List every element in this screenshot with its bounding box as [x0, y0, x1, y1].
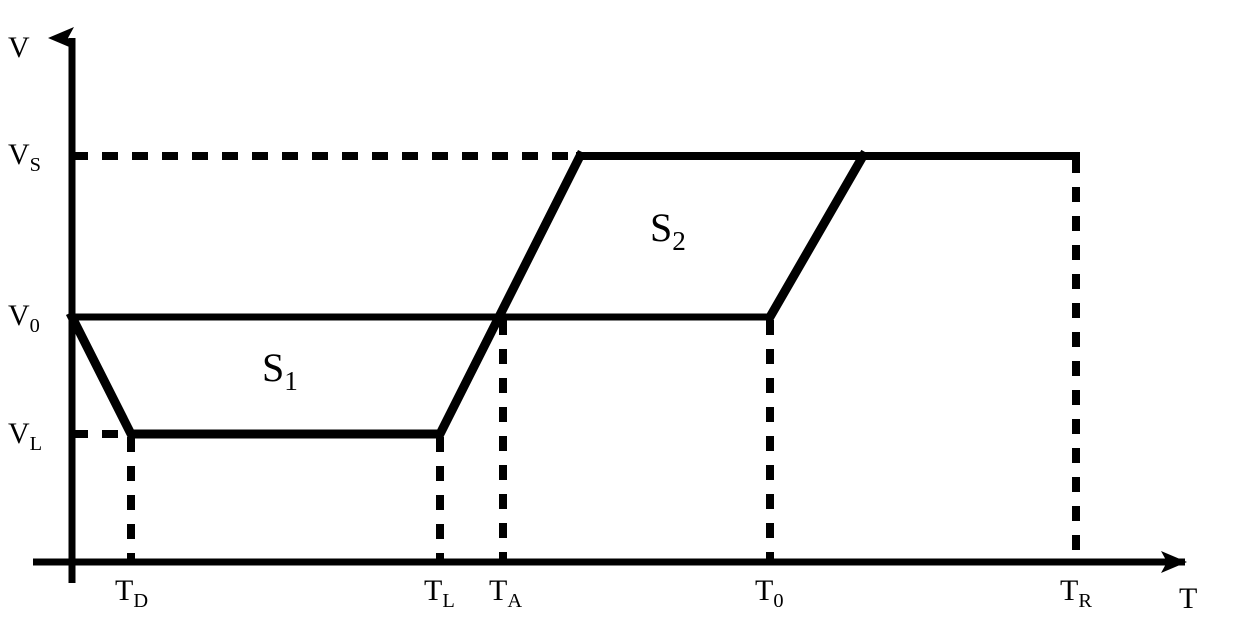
diagram-canvas	[33, 27, 1187, 583]
tick-label-ta: TA	[489, 574, 523, 612]
region-label-s1: S1	[262, 345, 298, 396]
region-label-s1-subscript: 1	[284, 366, 298, 396]
tick-label-v0-subscript: 0	[29, 315, 40, 337]
tick-label-td: TD	[115, 574, 149, 612]
tick-label-tr: TR	[1060, 574, 1092, 612]
tick-label-t0-subscript: 0	[773, 590, 784, 612]
tick-label-ta-subscript: A	[507, 590, 523, 612]
s2-rising-edge-line	[763, 149, 870, 324]
tick-label-t0: T0	[755, 574, 784, 612]
tick-label-vs-subscript: S	[29, 154, 42, 176]
tick-label-tl-subscript: L	[442, 590, 455, 612]
tick-label-td-subscript: D	[133, 590, 149, 612]
tick-label-vl-subscript: L	[29, 433, 43, 455]
time-axis-label: T	[1179, 582, 1198, 615]
tick-label-vs: VS	[8, 138, 42, 176]
voltage-time-diagram: V T VS V0 VL TD TL TA T0 TR S1 S2	[0, 0, 1240, 632]
tick-label-v0: V0	[8, 299, 40, 337]
region-label-s2-subscript: 2	[672, 226, 686, 256]
tick-label-tr-subscript: R	[1078, 590, 1092, 612]
voltage-axis-label: V	[8, 31, 30, 64]
region-label-s2: S2	[650, 205, 686, 256]
tick-label-tl: TL	[424, 574, 455, 612]
tick-label-vl: VL	[8, 417, 43, 455]
